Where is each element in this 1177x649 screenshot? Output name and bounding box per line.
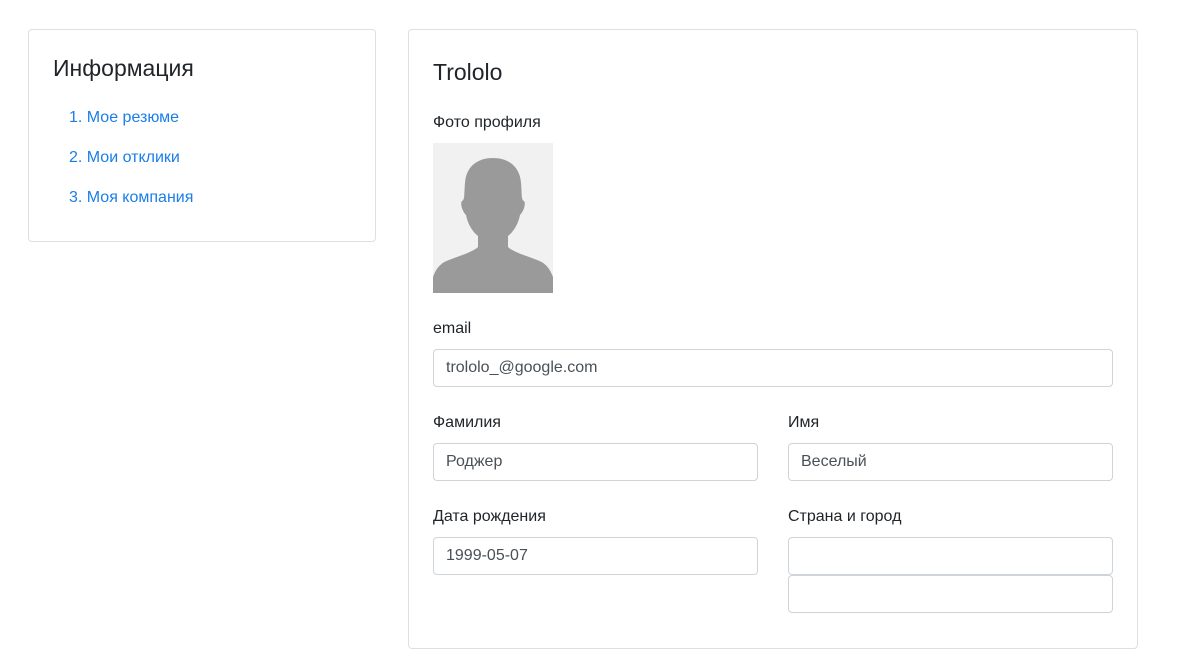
profile-title: Trololo [433, 59, 503, 85]
email-field[interactable] [433, 349, 1113, 387]
last-name-field[interactable] [433, 443, 758, 481]
sidebar-link-resume[interactable]: 1. Мое резюме [69, 109, 179, 126]
sidebar-card: Информация 1. Мое резюме 2. Мои отклики … [28, 29, 376, 242]
city-field[interactable] [788, 575, 1113, 613]
sidebar-nav: 1. Мое резюме 2. Мои отклики 3. Моя комп… [69, 106, 193, 226]
sidebar-item-responses: 2. Мои отклики [69, 146, 193, 186]
sidebar-title: Информация [53, 55, 194, 81]
birth-date-field[interactable] [433, 537, 758, 575]
first-name-field[interactable] [788, 443, 1113, 481]
sidebar-link-responses[interactable]: 2. Мои отклики [69, 149, 180, 166]
profile-card: Trololo Фото профиля email Фамилия Имя Д… [408, 29, 1138, 649]
first-name-label: Имя [788, 414, 820, 431]
country-field[interactable] [788, 537, 1113, 575]
avatar-silhouette-icon [433, 158, 553, 293]
location-label: Страна и город [788, 508, 902, 525]
email-label: email [433, 320, 472, 337]
sidebar-item-company: 3. Моя компания [69, 186, 193, 226]
sidebar-item-resume: 1. Мое резюме [69, 106, 193, 146]
birth-date-label: Дата рождения [433, 508, 546, 525]
photo-label: Фото профиля [433, 114, 541, 131]
profile-photo[interactable] [433, 143, 553, 293]
last-name-label: Фамилия [433, 414, 501, 431]
sidebar-link-company[interactable]: 3. Моя компания [69, 189, 193, 206]
